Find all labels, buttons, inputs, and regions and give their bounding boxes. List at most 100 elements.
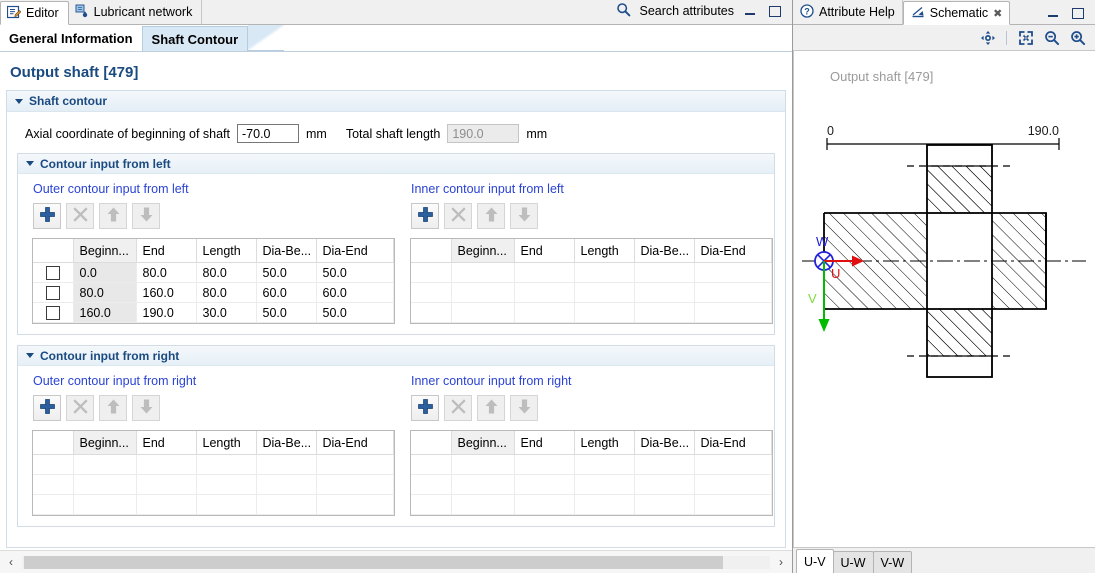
row-checkbox-cell[interactable] [33, 455, 73, 475]
table-cell[interactable] [451, 475, 514, 495]
collapse-triangle-icon[interactable] [26, 161, 34, 166]
minimize-icon[interactable] [743, 4, 758, 18]
inner-contour-left-table[interactable]: Beginn...EndLengthDia-Be...Dia-End [410, 238, 773, 324]
table-cell[interactable] [694, 303, 772, 323]
zoom-out-icon[interactable] [1042, 28, 1061, 47]
table-row[interactable]: 80.0160.080.060.060.0 [33, 283, 394, 303]
shaft-contour-section-header[interactable]: Shaft contour [7, 91, 785, 112]
outer-contour-left-table[interactable]: Beginn...EndLengthDia-Be...Dia-End0.080.… [32, 238, 395, 324]
table-cell[interactable] [574, 263, 634, 283]
row-checkbox-cell[interactable] [411, 495, 451, 515]
row-checkbox[interactable] [46, 306, 60, 320]
add-row-button[interactable] [411, 395, 439, 421]
column-header[interactable]: Dia-End [694, 239, 772, 263]
table-row[interactable]: 0.080.080.050.050.0 [33, 263, 394, 283]
table-cell[interactable]: 50.0 [256, 303, 316, 323]
column-header[interactable]: Dia-End [316, 431, 394, 455]
column-header[interactable]: Beginn... [73, 239, 136, 263]
table-cell[interactable] [634, 495, 694, 515]
column-header[interactable]: Length [574, 431, 634, 455]
table-cell[interactable] [196, 495, 256, 515]
close-icon[interactable]: ✖ [993, 7, 1002, 20]
axial-coordinate-input[interactable]: -70.0 [237, 124, 299, 143]
column-header[interactable]: Length [196, 431, 256, 455]
maximize-icon[interactable] [1070, 6, 1085, 20]
column-header[interactable] [33, 239, 73, 263]
scroll-right-arrow[interactable]: › [770, 555, 792, 569]
table-cell[interactable] [256, 475, 316, 495]
table-row[interactable] [411, 495, 772, 515]
table-cell[interactable] [574, 495, 634, 515]
table-cell[interactable] [694, 475, 772, 495]
row-checkbox-cell[interactable] [33, 475, 73, 495]
table-cell[interactable] [634, 303, 694, 323]
table-cell[interactable] [634, 455, 694, 475]
row-checkbox-cell[interactable] [33, 283, 73, 303]
column-header[interactable]: Beginn... [451, 239, 514, 263]
table-cell[interactable] [694, 263, 772, 283]
collapse-triangle-icon[interactable] [26, 353, 34, 358]
row-checkbox-cell[interactable] [33, 495, 73, 515]
table-cell[interactable] [73, 455, 136, 475]
column-header[interactable]: Dia-Be... [634, 239, 694, 263]
add-row-button[interactable] [33, 395, 61, 421]
table-cell[interactable] [316, 455, 394, 475]
table-cell[interactable]: 80.0 [196, 283, 256, 303]
minimize-icon[interactable] [1046, 6, 1061, 20]
column-header[interactable] [411, 431, 451, 455]
table-cell[interactable] [514, 455, 574, 475]
table-cell[interactable] [694, 455, 772, 475]
table-cell[interactable] [634, 283, 694, 303]
table-cell[interactable] [73, 495, 136, 515]
table-cell[interactable] [514, 495, 574, 515]
search-icon[interactable] [616, 2, 631, 20]
scroll-left-arrow[interactable]: ‹ [0, 555, 22, 569]
outer-contour-right-table[interactable]: Beginn...EndLengthDia-Be...Dia-End [32, 430, 395, 516]
table-cell[interactable] [451, 455, 514, 475]
view-tab-editor[interactable]: Editor [0, 1, 69, 25]
row-checkbox-cell[interactable] [411, 475, 451, 495]
table-cell[interactable] [73, 475, 136, 495]
table-cell[interactable] [514, 303, 574, 323]
table-cell[interactable]: 160.0 [73, 303, 136, 323]
column-header[interactable]: End [136, 239, 196, 263]
table-row[interactable] [33, 495, 394, 515]
row-checkbox-cell[interactable] [411, 283, 451, 303]
view-tab-lubricant-network[interactable]: Lubricant network [69, 0, 203, 24]
table-cell[interactable] [574, 475, 634, 495]
column-header[interactable]: End [514, 431, 574, 455]
table-cell[interactable] [574, 455, 634, 475]
table-cell[interactable] [514, 283, 574, 303]
table-cell[interactable] [316, 495, 394, 515]
table-cell[interactable] [451, 303, 514, 323]
search-attributes-label[interactable]: Search attributes [640, 4, 735, 18]
column-header[interactable]: Length [196, 239, 256, 263]
scrollbar-thumb[interactable] [24, 556, 723, 569]
table-cell[interactable] [634, 263, 694, 283]
table-cell[interactable] [514, 263, 574, 283]
maximize-icon[interactable] [767, 4, 782, 18]
collapse-triangle-icon[interactable] [15, 99, 23, 104]
column-header[interactable]: End [136, 431, 196, 455]
add-row-button[interactable] [411, 203, 439, 229]
column-header[interactable]: Length [574, 239, 634, 263]
view-tab-u-w[interactable]: U-W [833, 551, 874, 573]
inner-contour-right-table[interactable]: Beginn...EndLengthDia-Be...Dia-End [410, 430, 773, 516]
table-row[interactable] [411, 455, 772, 475]
view-tab-v-w[interactable]: V-W [873, 551, 913, 573]
table-cell[interactable]: 80.0 [196, 263, 256, 283]
tab-schematic[interactable]: Schematic ✖ [903, 1, 1011, 25]
table-cell[interactable] [514, 475, 574, 495]
table-cell[interactable] [196, 475, 256, 495]
table-cell[interactable]: 60.0 [316, 283, 394, 303]
table-cell[interactable]: 80.0 [136, 263, 196, 283]
table-cell[interactable] [136, 475, 196, 495]
row-checkbox-cell[interactable] [33, 263, 73, 283]
table-cell[interactable]: 0.0 [73, 263, 136, 283]
table-row[interactable]: 160.0190.030.050.050.0 [33, 303, 394, 323]
row-checkbox-cell[interactable] [411, 263, 451, 283]
tab-shaft-contour[interactable]: Shaft Contour [142, 26, 249, 51]
row-checkbox[interactable] [46, 286, 60, 300]
column-header[interactable]: Dia-Be... [256, 431, 316, 455]
table-cell[interactable] [256, 495, 316, 515]
